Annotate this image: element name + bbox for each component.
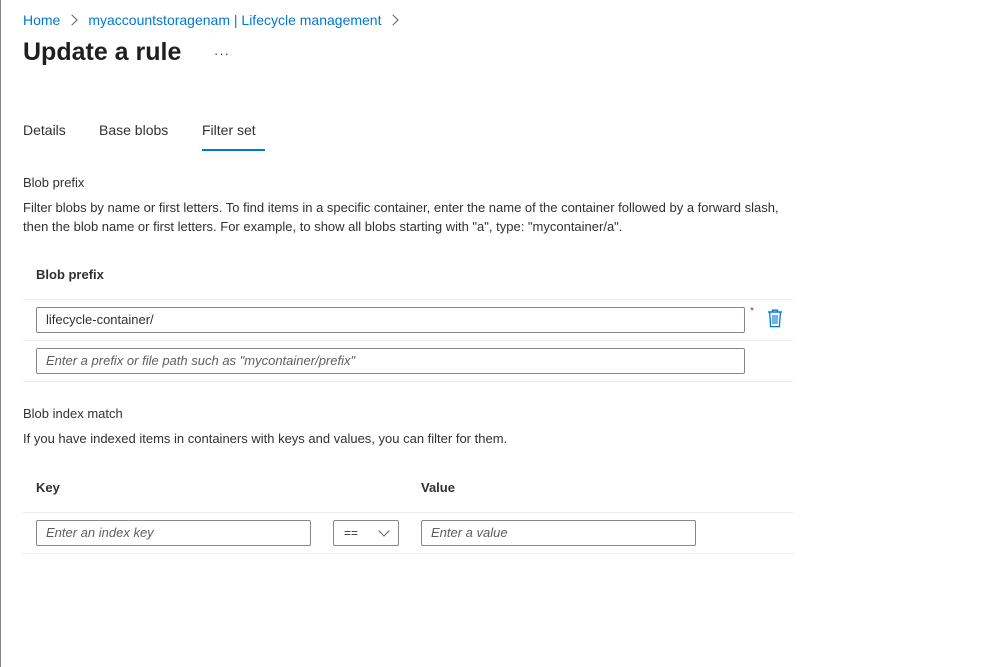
divider xyxy=(23,381,793,382)
divider xyxy=(23,299,793,300)
breadcrumb-lifecycle-link[interactable]: myaccountstoragenam | Lifecycle manageme… xyxy=(88,12,381,28)
window-left-border xyxy=(0,0,1,667)
index-value-input[interactable]: Enter a value xyxy=(421,520,696,546)
divider xyxy=(23,340,793,341)
blob-prefix-input[interactable]: lifecycle-container/ xyxy=(36,307,745,333)
operator-dropdown[interactable]: == xyxy=(333,520,399,546)
value-column-header: Value xyxy=(421,480,455,495)
tab-selected-indicator xyxy=(202,149,265,151)
more-options-button[interactable]: ··· xyxy=(212,44,232,64)
blob-prefix-section-title: Blob prefix xyxy=(23,175,85,190)
tab-base-blobs[interactable]: Base blobs xyxy=(99,122,168,138)
breadcrumb: Home myaccountstoragenam | Lifecycle man… xyxy=(23,10,409,30)
key-column-header: Key xyxy=(36,480,60,495)
divider xyxy=(23,512,793,513)
chevron-right-icon xyxy=(66,14,79,26)
chevron-down-icon xyxy=(378,525,390,537)
page-title: Update a rule xyxy=(23,38,182,66)
blob-prefix-description: Filter blobs by name or first letters. T… xyxy=(23,200,779,234)
index-key-input[interactable]: Enter an index key xyxy=(36,520,311,546)
new-blob-prefix-input[interactable]: Enter a prefix or file path such as "myc… xyxy=(36,348,745,374)
chevron-right-icon xyxy=(387,14,400,26)
operator-selected-value: == xyxy=(344,526,359,540)
trash-icon[interactable] xyxy=(766,308,784,328)
required-indicator: * xyxy=(750,306,754,317)
tab-filter-set[interactable]: Filter set xyxy=(202,122,256,138)
blob-prefix-column-header: Blob prefix xyxy=(36,267,104,282)
divider xyxy=(23,553,793,554)
blob-index-match-section-title: Blob index match xyxy=(23,406,123,421)
breadcrumb-home-link[interactable]: Home xyxy=(23,12,60,28)
blob-index-match-description: If you have indexed items in containers … xyxy=(23,431,508,446)
tab-details[interactable]: Details xyxy=(23,122,66,138)
